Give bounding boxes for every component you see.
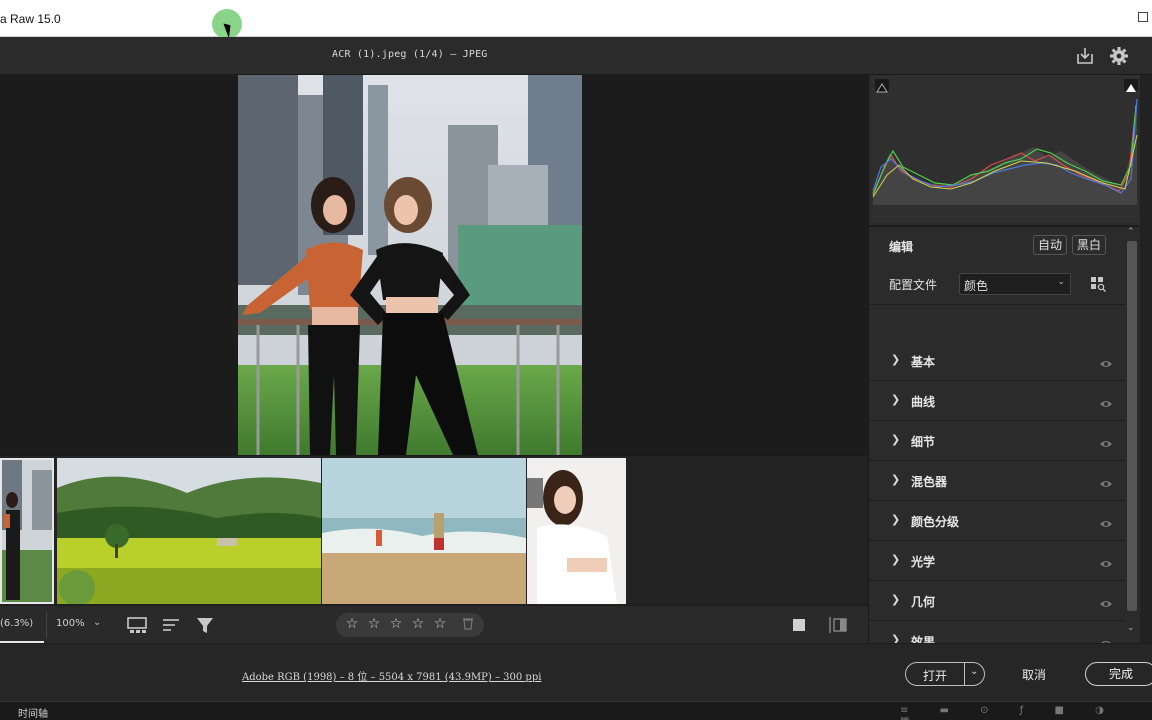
timeline-bar: 时间轴 ≡ ▬ ⊙ ƒ ■ ◑ ▦ — [0, 701, 1152, 720]
section-label: 曲线 — [911, 395, 936, 409]
chevron-right-icon: ❯ — [891, 593, 901, 606]
star-icon[interactable]: ☆ — [388, 616, 404, 632]
window-titlebar: a Raw 15.0 — [0, 0, 1152, 37]
restore-window-icon[interactable] — [1138, 12, 1148, 22]
status-bar: Adobe RGB (1998) – 8 位 – 5504 x 7981 (43… — [0, 643, 1152, 701]
section-color-mixer[interactable]: ❯ 混色器 — [869, 461, 1125, 501]
chevron-right-icon: ❯ — [891, 513, 901, 526]
eye-icon[interactable] — [1099, 595, 1113, 607]
camera-raw-app: ACR (1).jpeg (1/4) – JPEG (6.3%) 100% ⌄ … — [0, 37, 1152, 720]
star-rating: ☆ ☆ ☆ ☆ ☆ — [336, 613, 484, 637]
section-color-grading[interactable]: ❯ 颜色分级 — [869, 501, 1125, 541]
section-label: 混色器 — [911, 475, 948, 489]
filmstrip-view-icon[interactable] — [126, 614, 150, 636]
single-view-icon[interactable] — [788, 614, 812, 636]
chevron-right-icon: ❯ — [891, 433, 901, 446]
chevron-right-icon: ❯ — [891, 393, 901, 406]
chevron-right-icon: ❯ — [891, 553, 901, 566]
profile-browser-icon[interactable] — [1089, 275, 1107, 293]
star-icon[interactable]: ☆ — [366, 616, 382, 632]
top-toolbar: ACR (1).jpeg (1/4) – JPEG — [0, 37, 1152, 75]
section-label: 颜色分级 — [911, 515, 960, 529]
edit-title: 编辑 — [889, 240, 914, 254]
black-white-button[interactable]: 黑白 — [1072, 235, 1107, 255]
chevron-down-icon: ⌄ — [1057, 277, 1065, 287]
timeline-label[interactable]: 时间轴 — [18, 705, 48, 720]
viewer-toolbar: (6.3%) 100% ⌄ ☆ ☆ ☆ ☆ ☆ — [0, 605, 868, 643]
filmstrip-thumb[interactable] — [57, 458, 321, 604]
star-icon[interactable]: ☆ — [344, 616, 360, 632]
open-button[interactable]: 打开 ⌄ — [905, 662, 985, 686]
chevron-right-icon: ❯ — [891, 473, 901, 486]
section-basic[interactable]: ❯ 基本 — [869, 341, 1125, 381]
section-label: 几何 — [911, 595, 936, 609]
filter-icon[interactable] — [194, 614, 218, 636]
profile-row: 配置文件 颜色 ⌄ — [869, 263, 1125, 305]
before-after-icon[interactable] — [826, 614, 850, 636]
edit-panel: 编辑 自动 黑白 配置文件 颜色 ⌄ ❯ 基本 ❯ 曲线 ❯ 细节 ❯ 混色器 … — [868, 75, 1152, 683]
file-title: ACR (1).jpeg (1/4) – JPEG — [332, 49, 488, 60]
done-button[interactable]: 完成 — [1085, 662, 1152, 686]
section-geometry[interactable]: ❯ 几何 — [869, 581, 1125, 621]
zoom-level-button[interactable]: 100% — [56, 618, 85, 629]
filmstrip-thumb[interactable] — [0, 458, 54, 604]
main-photo[interactable] — [238, 75, 582, 455]
profile-label: 配置文件 — [889, 278, 938, 292]
scrollbar-thumb[interactable] — [1127, 241, 1137, 611]
image-viewer[interactable] — [0, 75, 868, 455]
workflow-options-link[interactable]: Adobe RGB (1998) – 8 位 – 5504 x 7981 (43… — [242, 668, 541, 683]
chevron-down-icon[interactable]: ⌄ — [1127, 623, 1135, 633]
section-curve[interactable]: ❯ 曲线 — [869, 381, 1125, 421]
divider — [964, 663, 965, 685]
edit-header: 编辑 自动 黑白 — [869, 227, 1125, 263]
filmstrip-thumb[interactable] — [322, 458, 526, 604]
histogram — [871, 75, 1139, 223]
gear-icon[interactable] — [1108, 45, 1130, 67]
profile-select[interactable]: 颜色 ⌄ — [959, 273, 1071, 295]
star-icon[interactable]: ☆ — [410, 616, 426, 632]
eye-icon[interactable] — [1099, 475, 1113, 487]
section-label: 基本 — [911, 355, 936, 369]
zoom-fit-button[interactable]: (6.3%) — [0, 618, 33, 629]
save-icon[interactable] — [1074, 45, 1096, 67]
eye-icon[interactable] — [1099, 435, 1113, 447]
timeline-tools: ≡ ▬ ⊙ ƒ ■ ◑ ▦ — [900, 705, 1118, 720]
trash-icon[interactable] — [460, 616, 476, 632]
section-label: 光学 — [911, 555, 936, 569]
section-detail[interactable]: ❯ 细节 — [869, 421, 1125, 461]
sort-icon[interactable] — [160, 614, 184, 636]
divider — [46, 612, 47, 638]
section-optics[interactable]: ❯ 光学 — [869, 541, 1125, 581]
star-icon[interactable]: ☆ — [432, 616, 448, 632]
cancel-button[interactable]: 取消 — [1022, 666, 1046, 683]
chevron-down-icon[interactable]: ⌄ — [970, 666, 978, 677]
eye-icon[interactable] — [1099, 355, 1113, 367]
auto-button[interactable]: 自动 — [1033, 235, 1068, 255]
panel-scrollbar[interactable]: ⌃ ⌄ — [1125, 227, 1137, 643]
window-title: a Raw 15.0 — [0, 12, 61, 26]
panel-edge — [1140, 75, 1152, 643]
profile-value: 颜色 — [964, 279, 989, 293]
section-label: 细节 — [911, 435, 936, 449]
chevron-right-icon: ❯ — [891, 353, 901, 366]
open-label: 打开 — [922, 669, 947, 683]
chevron-down-icon[interactable]: ⌄ — [93, 617, 101, 628]
eye-icon[interactable] — [1099, 555, 1113, 567]
eye-icon[interactable] — [1099, 515, 1113, 527]
filmstrip — [0, 455, 868, 605]
chevron-up-icon[interactable]: ⌃ — [1127, 227, 1135, 237]
filmstrip-thumb[interactable] — [527, 458, 626, 604]
eye-icon[interactable] — [1099, 395, 1113, 407]
